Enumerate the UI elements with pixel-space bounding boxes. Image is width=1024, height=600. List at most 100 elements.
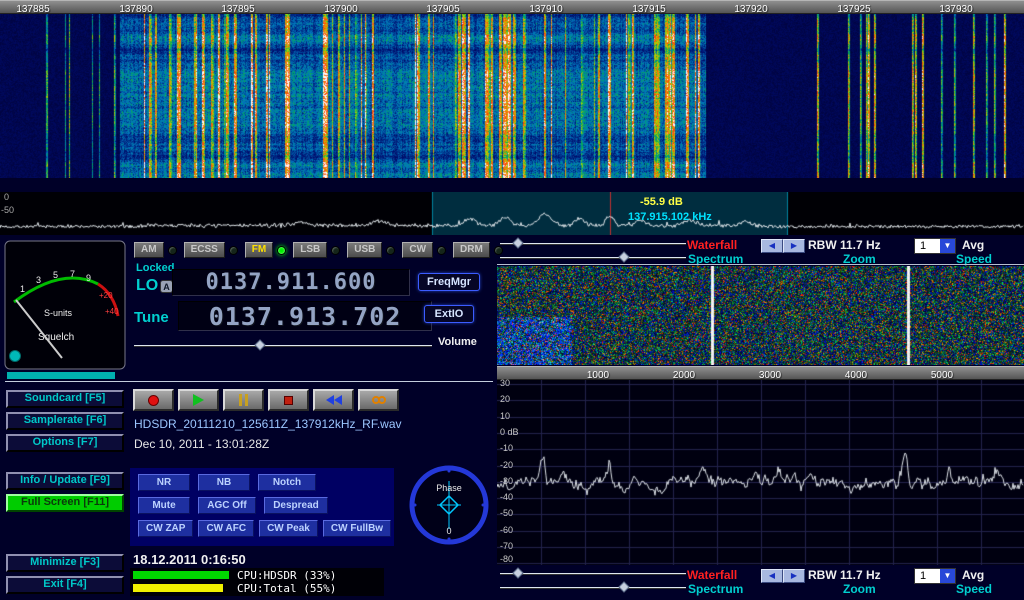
slider-track <box>500 587 686 589</box>
play-button[interactable] <box>178 389 219 411</box>
stop-button[interactable] <box>268 389 309 411</box>
cpu-panel: CPU:HDSDR (33%) CPU:Total (55%) <box>130 568 384 596</box>
cw-afc-button[interactable]: CW AFC <box>198 520 254 537</box>
zoom-waterfall[interactable] <box>497 266 1024 365</box>
info-update-button[interactable]: Info / Update [F9] <box>6 472 124 490</box>
mode-fm-button[interactable]: FM <box>245 242 273 258</box>
smeter-tick: 7 <box>70 269 75 279</box>
smeter-units-label: S-units <box>44 308 73 318</box>
button-label: Exit <box>43 578 63 590</box>
db-axis-label: -10 <box>500 443 513 453</box>
main-waterfall[interactable] <box>0 0 1024 178</box>
zoom-in-button[interactable]: ▶ <box>783 569 805 583</box>
chevron-down-icon[interactable]: ▼ <box>940 239 955 253</box>
mode-cw-button[interactable]: CW <box>402 242 433 258</box>
slider-thumb[interactable] <box>254 339 265 350</box>
speed-select-top[interactable]: 1 ▼ <box>914 238 956 254</box>
waterfall-tab-bottom[interactable]: Waterfall <box>687 568 737 582</box>
waterfall-contrast-slider-bottom[interactable] <box>500 582 686 594</box>
options-button[interactable]: Options [F7] <box>6 434 124 452</box>
cpu-hdsdr-label: CPU:HDSDR (33%) <box>237 569 336 582</box>
pause-button[interactable] <box>223 389 264 411</box>
zoom-spinner-bottom: ◀ ▶ <box>761 569 805 583</box>
slider-thumb[interactable] <box>512 237 523 248</box>
exit-button[interactable]: Exit [F4] <box>6 576 124 594</box>
stop-icon <box>284 396 293 405</box>
main-spectrum[interactable] <box>0 192 1024 235</box>
waterfall-contrast-slider-top[interactable] <box>500 252 686 264</box>
soundcard-button[interactable]: Soundcard [F5] <box>6 390 124 408</box>
rewind-button[interactable] <box>313 389 354 411</box>
zoom-in-button[interactable]: ▶ <box>783 239 805 253</box>
mode-am-button[interactable]: AM <box>134 242 164 258</box>
freqmgr-button[interactable]: FreqMgr <box>418 273 480 291</box>
waterfall-brightness-slider-top[interactable] <box>500 238 686 250</box>
lo-frequency-display[interactable]: 0137.911.600 <box>172 269 410 296</box>
db-axis-label: -30 <box>500 476 513 486</box>
waterfall-brightness-slider-bottom[interactable] <box>500 568 686 580</box>
fullscreen-button[interactable]: Full Screen [F11] <box>6 494 124 512</box>
despread-button[interactable]: Despread <box>264 497 328 514</box>
hdsdr-window: 137885 137890 137895 137900 137905 13791… <box>0 0 1024 600</box>
slider-thumb[interactable] <box>512 567 523 578</box>
smeter-tick: 1 <box>20 284 25 294</box>
mode-lsb-button[interactable]: LSB <box>293 242 327 258</box>
mode-am-led <box>168 246 177 255</box>
agc-off-button[interactable]: AGC Off <box>198 497 256 514</box>
volume-slider[interactable] <box>134 340 432 352</box>
tune-frequency-display[interactable]: 0137.913.702 <box>178 301 432 331</box>
waterfall-tab-top[interactable]: Waterfall <box>687 238 737 252</box>
dsp-row: NR NB Notch <box>138 474 394 491</box>
notch-button[interactable]: Notch <box>258 474 316 491</box>
db-axis-label: 20 <box>500 394 510 404</box>
squelch-knob[interactable] <box>10 351 21 362</box>
nb-button[interactable]: NB <box>198 474 250 491</box>
smeter-tick: 3 <box>36 275 41 285</box>
phase-dial[interactable]: Phase 0 <box>407 463 491 547</box>
zoom-spectrum[interactable] <box>497 380 1024 565</box>
cw-fullbw-button[interactable]: CW FullBw <box>323 520 391 537</box>
loop-button[interactable] <box>358 389 399 411</box>
avg-label-top: Avg <box>962 238 984 252</box>
zoom-spinner-top: ◀ ▶ <box>761 239 805 253</box>
rewind-icon <box>334 395 342 405</box>
mode-usb-button[interactable]: USB <box>347 242 382 258</box>
zoom-out-button[interactable]: ◀ <box>761 239 783 253</box>
db-axis-label: -70 <box>500 541 513 551</box>
avg-label-bottom: Avg <box>962 568 984 582</box>
mode-usb-led <box>386 246 395 255</box>
nr-button[interactable]: NR <box>138 474 190 491</box>
mute-button[interactable]: Mute <box>138 497 190 514</box>
slider-thumb[interactable] <box>618 581 629 592</box>
freq-scale-label: 137895 <box>206 4 270 15</box>
speed-select-bottom[interactable]: 1 ▼ <box>914 568 956 584</box>
cw-zap-button[interactable]: CW ZAP <box>138 520 193 537</box>
zoom-frequency-scale[interactable]: 1000 2000 3000 4000 5000 <box>497 366 1024 380</box>
minimize-button[interactable]: Minimize [F3] <box>6 554 124 572</box>
freq-scale-label: 137890 <box>104 4 168 15</box>
button-label: Minimize <box>30 556 76 568</box>
mode-lsb-led <box>331 246 340 255</box>
slider-thumb[interactable] <box>618 251 629 262</box>
mode-drm-button[interactable]: DRM <box>453 242 490 258</box>
cw-peak-button[interactable]: CW Peak <box>259 520 318 537</box>
spectrum-tab-bottom[interactable]: Spectrum <box>688 582 743 596</box>
record-button[interactable] <box>133 389 174 411</box>
clock: 18.12.2011 0:16:50 <box>133 552 246 567</box>
zoom-out-button[interactable]: ◀ <box>761 569 783 583</box>
chevron-down-icon[interactable]: ▼ <box>940 569 955 583</box>
playback-controls <box>133 389 399 411</box>
cpu-total-bar <box>133 584 223 592</box>
main-frequency-scale[interactable]: 137885 137890 137895 137900 137905 13791… <box>0 0 1024 14</box>
dsp-row: CW ZAP CW AFC CW Peak CW FullBw <box>138 520 394 537</box>
button-hotkey: [F9] <box>90 474 110 486</box>
main-spectrum-db-mid: -50 <box>1 205 14 215</box>
freq-scale-label: 137930 <box>924 4 988 15</box>
locked-label: Locked <box>136 262 175 274</box>
mode-ecss-button[interactable]: ECSS <box>184 242 225 258</box>
samplerate-button[interactable]: Samplerate [F6] <box>6 412 124 430</box>
rbw-label-top: RBW 11.7 Hz <box>808 238 881 252</box>
pause-icon <box>239 394 242 406</box>
mode-cw-led <box>437 246 446 255</box>
extio-button[interactable]: ExtIO <box>424 305 474 323</box>
